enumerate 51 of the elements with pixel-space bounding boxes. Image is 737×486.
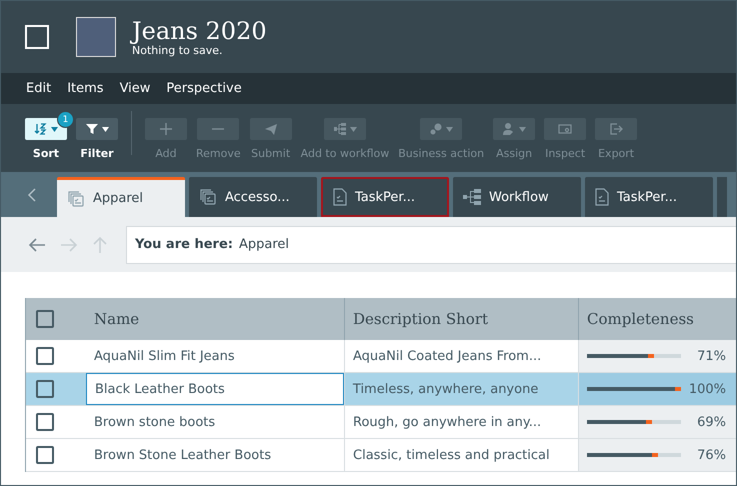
filter-icon bbox=[85, 122, 99, 136]
table-cell-text: AquaNil Slim Fit Jeans bbox=[93, 348, 236, 366]
tab[interactable]: Workflow bbox=[453, 177, 581, 217]
caret-icon bbox=[102, 126, 109, 132]
select-all-checkbox[interactable] bbox=[36, 310, 54, 328]
tab[interactable]: TaskPer... bbox=[321, 177, 449, 217]
row-checkbox[interactable] bbox=[36, 413, 54, 431]
tab[interactable]: Accesso... bbox=[189, 177, 317, 217]
completeness-value: 76% bbox=[696, 448, 726, 462]
window-title: Jeans 2020 bbox=[132, 18, 267, 44]
menu-item[interactable]: Edit bbox=[26, 81, 52, 96]
photo-placeholder bbox=[76, 17, 116, 57]
row-checkbox[interactable] bbox=[36, 380, 54, 398]
export-icon bbox=[609, 122, 624, 136]
tab[interactable]: Apparel bbox=[57, 177, 185, 217]
stacked-pages-icon bbox=[199, 188, 217, 206]
breadcrumb-link[interactable]: Apparel bbox=[238, 237, 290, 252]
back-arrow-icon[interactable] bbox=[28, 236, 46, 252]
save-status: Nothing to save. bbox=[132, 44, 224, 56]
caret-icon bbox=[350, 126, 357, 132]
inspect-icon bbox=[558, 122, 572, 136]
workflow-icon bbox=[332, 122, 347, 136]
count-badge: 1 bbox=[57, 111, 74, 128]
sort-icon bbox=[34, 122, 48, 136]
app-menu-icon[interactable] bbox=[25, 25, 49, 49]
paper-plane-icon bbox=[264, 122, 278, 136]
column-header[interactable]: Name bbox=[86, 298, 344, 340]
document-icon bbox=[333, 188, 347, 206]
workflow-icon bbox=[463, 189, 481, 205]
table-cell-text: Brown stone boots bbox=[93, 414, 216, 432]
completeness-value: 71% bbox=[696, 348, 726, 364]
caret-icon bbox=[446, 126, 454, 132]
table-cell: Black Leather Boots bbox=[86, 373, 344, 405]
toolbar-button[interactable]: 1 Sort bbox=[25, 111, 75, 160]
row-checkbox[interactable] bbox=[36, 446, 54, 464]
menu-item[interactable]: Perspective bbox=[166, 81, 242, 96]
plus-icon bbox=[159, 122, 173, 136]
tab[interactable]: TaskPer... bbox=[585, 177, 713, 217]
table-cell-text: Brown Stone Leather Boots bbox=[93, 446, 272, 464]
document-icon bbox=[595, 188, 609, 206]
menu-item[interactable]: Items bbox=[67, 81, 104, 96]
caret-icon bbox=[51, 126, 58, 132]
toolbar-button[interactable]: Filter bbox=[76, 111, 126, 160]
caret-icon bbox=[519, 126, 526, 132]
row-checkbox[interactable] bbox=[36, 347, 54, 365]
chevron-left-icon[interactable] bbox=[27, 188, 37, 202]
menu-item[interactable]: View bbox=[120, 81, 150, 96]
stacked-pages-icon bbox=[67, 190, 85, 208]
breadcrumb-label: You are here: bbox=[135, 237, 233, 252]
completeness-value: 69% bbox=[696, 414, 726, 430]
completeness-value: 100% bbox=[688, 382, 726, 396]
